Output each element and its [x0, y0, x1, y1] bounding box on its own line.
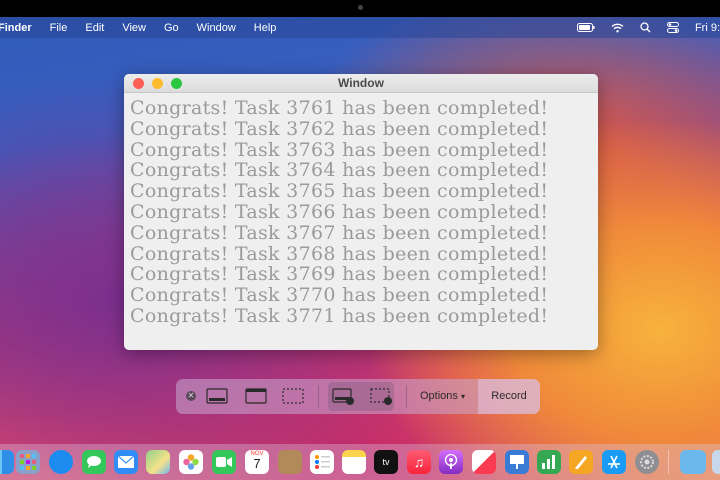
spotlight-search-icon[interactable] — [640, 22, 651, 33]
task-message-line: Congrats! Task 3769 has been completed! — [130, 263, 549, 286]
facetime-icon[interactable] — [212, 450, 236, 474]
safari-icon[interactable] — [49, 450, 73, 474]
launchpad-icon[interactable] — [16, 450, 40, 474]
podcasts-icon[interactable] — [439, 450, 463, 474]
record-selection-icon[interactable] — [370, 388, 392, 405]
app-store-icon[interactable] — [602, 450, 626, 474]
notes-icon[interactable] — [342, 450, 366, 474]
toolbar-divider — [406, 385, 407, 408]
menu-clock[interactable]: Fri 9: — [695, 22, 720, 34]
toolbar-divider — [318, 385, 319, 408]
messages-icon[interactable] — [82, 450, 106, 474]
task-message-line: Congrats! Task 3771 has been completed! — [130, 304, 549, 327]
maps-icon[interactable] — [146, 450, 170, 474]
task-message-line: Congrats! Task 3765 has been completed! — [130, 180, 549, 203]
menu-file[interactable]: File — [50, 22, 68, 34]
contacts-icon[interactable] — [278, 450, 302, 474]
menu-window[interactable]: Window — [197, 22, 236, 34]
apple-tv-icon[interactable]: tv — [374, 450, 398, 474]
menu-help[interactable]: Help — [254, 22, 277, 34]
finder-icon[interactable] — [0, 450, 14, 474]
trash-icon[interactable] — [712, 450, 720, 474]
task-message-line: Congrats! Task 3762 has been completed! — [130, 117, 549, 140]
chevron-down-icon: ▾ — [460, 392, 465, 401]
news-icon[interactable] — [472, 450, 496, 474]
options-label: Options — [420, 390, 458, 402]
reminders-icon[interactable] — [310, 450, 334, 474]
menu-bar: Finder File Edit View Go Window Help Fri… — [0, 17, 720, 38]
capture-selection-icon[interactable] — [282, 388, 304, 405]
music-icon[interactable]: ♫ — [407, 450, 431, 474]
close-toolbar-button[interactable]: ✕ — [186, 391, 196, 401]
calendar-icon[interactable]: NOV 7 — [245, 450, 269, 474]
menu-view[interactable]: View — [122, 22, 146, 34]
battery-icon[interactable] — [576, 23, 595, 32]
dock: NOV 7 tv ♫ — [0, 444, 720, 480]
app-window: Window Congrats! Task 3761 has been comp… — [124, 74, 598, 350]
control-center-icon[interactable] — [666, 22, 679, 33]
window-content: Congrats! Task 3761 has been completed! … — [124, 93, 598, 327]
menu-go[interactable]: Go — [164, 22, 179, 34]
window-titlebar[interactable]: Window — [124, 74, 598, 93]
capture-window-icon[interactable] — [245, 388, 267, 405]
mail-icon[interactable] — [114, 450, 138, 474]
task-message-line: Congrats! Task 3768 has been completed! — [130, 242, 549, 265]
task-message-line: Congrats! Task 3763 has been completed! — [130, 138, 549, 161]
photos-icon[interactable] — [179, 450, 203, 474]
pages-icon[interactable] — [569, 450, 593, 474]
calendar-day: 7 — [253, 456, 261, 471]
task-message-line: Congrats! Task 3761 has been completed! — [130, 97, 549, 119]
camera-dot — [358, 5, 363, 10]
task-message-line: Congrats! Task 3764 has been completed! — [130, 159, 549, 182]
system-preferences-icon[interactable] — [635, 450, 659, 474]
task-message-line: Congrats! Task 3767 has been completed! — [130, 221, 549, 244]
task-message-line: Congrats! Task 3766 has been completed! — [130, 200, 549, 223]
menu-app-name[interactable]: Finder — [0, 22, 32, 34]
record-button[interactable]: Record — [478, 379, 540, 414]
task-message-line: Congrats! Task 3770 has been completed! — [130, 284, 549, 307]
options-menu-button[interactable]: Options ▾ — [420, 390, 465, 402]
keynote-icon[interactable] — [505, 450, 529, 474]
window-title: Window — [338, 76, 384, 90]
tv-label: tv — [382, 457, 390, 467]
status-menus: Fri 9: — [561, 17, 720, 38]
record-entire-screen-icon[interactable] — [332, 388, 354, 405]
wifi-icon[interactable] — [611, 23, 624, 33]
dock-divider — [668, 450, 669, 474]
menu-edit[interactable]: Edit — [85, 22, 104, 34]
capture-entire-screen-icon[interactable] — [206, 388, 228, 405]
screenshot-toolbar: ✕ Options ▾ Record — [176, 379, 540, 414]
numbers-icon[interactable] — [537, 450, 561, 474]
downloads-folder-icon[interactable] — [680, 450, 706, 474]
